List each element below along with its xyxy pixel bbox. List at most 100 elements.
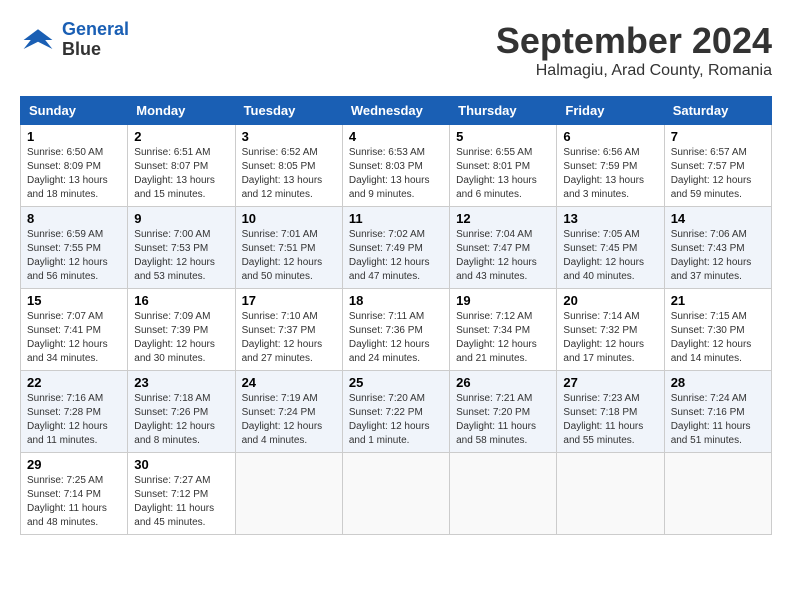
day-number: 10	[242, 211, 336, 226]
day-cell: 2 Sunrise: 6:51 AMSunset: 8:07 PMDaylight…	[128, 125, 235, 207]
week-row-5: 29 Sunrise: 7:25 AMSunset: 7:14 PMDayligh…	[21, 453, 772, 535]
day-info: Sunrise: 7:24 AMSunset: 7:16 PMDaylight:…	[671, 392, 765, 448]
day-cell: 8 Sunrise: 6:59 AMSunset: 7:55 PMDaylight…	[21, 207, 128, 289]
day-info: Sunrise: 7:27 AMSunset: 7:12 PMDaylight:…	[134, 474, 228, 530]
header-tuesday: Tuesday	[235, 97, 342, 125]
day-cell: 25Sunrise: 7:20 AMSunset: 7:22 PMDayligh…	[342, 371, 449, 453]
day-number: 7	[671, 129, 765, 144]
day-cell: 6 Sunrise: 6:56 AMSunset: 7:59 PMDaylight…	[557, 125, 664, 207]
day-number: 22	[27, 375, 121, 390]
day-cell: 14 Sunrise: 7:06 AMSunset: 7:43 PMDayligh…	[664, 207, 771, 289]
day-cell	[664, 453, 771, 535]
day-cell: 13Sunrise: 7:05 AMSunset: 7:45 PMDayligh…	[557, 207, 664, 289]
day-info: Sunrise: 7:21 AMSunset: 7:20 PMDaylight:…	[456, 392, 550, 448]
week-row-3: 15 Sunrise: 7:07 AMSunset: 7:41 PMDayligh…	[21, 289, 772, 371]
day-info: Sunrise: 6:52 AMSunset: 8:05 PMDaylight:…	[242, 146, 336, 202]
day-cell: 17Sunrise: 7:10 AMSunset: 7:37 PMDayligh…	[235, 289, 342, 371]
day-cell: 18 Sunrise: 7:11 AMSunset: 7:36 PMDayligh…	[342, 289, 449, 371]
day-number: 1	[27, 129, 121, 144]
day-info: Sunrise: 7:14 AMSunset: 7:32 PMDaylight:…	[563, 310, 657, 366]
day-cell: 30 Sunrise: 7:27 AMSunset: 7:12 PMDayligh…	[128, 453, 235, 535]
day-info: Sunrise: 6:59 AMSunset: 7:55 PMDaylight:…	[27, 228, 121, 284]
calendar-header-row: SundayMondayTuesdayWednesdayThursdayFrid…	[21, 97, 772, 125]
day-cell: 26 Sunrise: 7:21 AMSunset: 7:20 PMDayligh…	[450, 371, 557, 453]
header-saturday: Saturday	[664, 97, 771, 125]
day-number: 4	[349, 129, 443, 144]
day-info: Sunrise: 7:18 AMSunset: 7:26 PMDaylight:…	[134, 392, 228, 448]
day-info: Sunrise: 7:07 AMSunset: 7:41 PMDaylight:…	[27, 310, 121, 366]
day-number: 14	[671, 211, 765, 226]
logo-icon	[20, 22, 56, 58]
day-cell: 10 Sunrise: 7:01 AMSunset: 7:51 PMDayligh…	[235, 207, 342, 289]
day-cell: 20 Sunrise: 7:14 AMSunset: 7:32 PMDayligh…	[557, 289, 664, 371]
day-info: Sunrise: 7:12 AMSunset: 7:34 PMDaylight:…	[456, 310, 550, 366]
calendar-table: SundayMondayTuesdayWednesdayThursdayFrid…	[20, 96, 772, 535]
day-info: Sunrise: 7:19 AMSunset: 7:24 PMDaylight:…	[242, 392, 336, 448]
day-info: Sunrise: 6:57 AMSunset: 7:57 PMDaylight:…	[671, 146, 765, 202]
day-cell: 5Sunrise: 6:55 AMSunset: 8:01 PMDaylight…	[450, 125, 557, 207]
day-number: 11	[349, 211, 443, 226]
day-number: 16	[134, 293, 228, 308]
day-info: Sunrise: 7:09 AMSunset: 7:39 PMDaylight:…	[134, 310, 228, 366]
header-wednesday: Wednesday	[342, 97, 449, 125]
logo-line2: Blue	[62, 40, 129, 60]
day-number: 24	[242, 375, 336, 390]
day-cell: 16 Sunrise: 7:09 AMSunset: 7:39 PMDayligh…	[128, 289, 235, 371]
day-cell: 24 Sunrise: 7:19 AMSunset: 7:24 PMDayligh…	[235, 371, 342, 453]
day-cell	[235, 453, 342, 535]
day-cell: 15 Sunrise: 7:07 AMSunset: 7:41 PMDayligh…	[21, 289, 128, 371]
day-info: Sunrise: 7:11 AMSunset: 7:36 PMDaylight:…	[349, 310, 443, 366]
week-row-1: 1Sunrise: 6:50 AMSunset: 8:09 PMDaylight…	[21, 125, 772, 207]
day-info: Sunrise: 7:25 AMSunset: 7:14 PMDaylight:…	[27, 474, 121, 530]
day-number: 2	[134, 129, 228, 144]
day-number: 12	[456, 211, 550, 226]
day-cell: 11 Sunrise: 7:02 AMSunset: 7:49 PMDayligh…	[342, 207, 449, 289]
day-cell: 22 Sunrise: 7:16 AMSunset: 7:28 PMDayligh…	[21, 371, 128, 453]
day-number: 5	[456, 129, 550, 144]
day-number: 29	[27, 457, 121, 472]
day-info: Sunrise: 7:00 AMSunset: 7:53 PMDaylight:…	[134, 228, 228, 284]
day-info: Sunrise: 7:06 AMSunset: 7:43 PMDaylight:…	[671, 228, 765, 284]
day-info: Sunrise: 7:05 AMSunset: 7:45 PMDaylight:…	[563, 228, 657, 284]
day-number: 9	[134, 211, 228, 226]
day-cell: 12 Sunrise: 7:04 AMSunset: 7:47 PMDayligh…	[450, 207, 557, 289]
day-number: 21	[671, 293, 765, 308]
day-number: 3	[242, 129, 336, 144]
day-info: Sunrise: 7:01 AMSunset: 7:51 PMDaylight:…	[242, 228, 336, 284]
day-info: Sunrise: 7:04 AMSunset: 7:47 PMDaylight:…	[456, 228, 550, 284]
logo-text: General Blue	[62, 20, 129, 60]
day-cell	[450, 453, 557, 535]
day-number: 26	[456, 375, 550, 390]
day-info: Sunrise: 7:15 AMSunset: 7:30 PMDaylight:…	[671, 310, 765, 366]
day-cell: 27Sunrise: 7:23 AMSunset: 7:18 PMDayligh…	[557, 371, 664, 453]
day-cell: 4 Sunrise: 6:53 AMSunset: 8:03 PMDaylight…	[342, 125, 449, 207]
day-number: 28	[671, 375, 765, 390]
page-header: General Blue September 2024 Halmagiu, Ar…	[20, 20, 772, 80]
header-friday: Friday	[557, 97, 664, 125]
month-title: September 2024	[496, 20, 772, 62]
day-number: 8	[27, 211, 121, 226]
day-number: 18	[349, 293, 443, 308]
day-info: Sunrise: 7:02 AMSunset: 7:49 PMDaylight:…	[349, 228, 443, 284]
day-cell	[342, 453, 449, 535]
day-cell	[557, 453, 664, 535]
day-info: Sunrise: 6:53 AMSunset: 8:03 PMDaylight:…	[349, 146, 443, 202]
header-thursday: Thursday	[450, 97, 557, 125]
day-number: 20	[563, 293, 657, 308]
day-number: 6	[563, 129, 657, 144]
day-info: Sunrise: 7:10 AMSunset: 7:37 PMDaylight:…	[242, 310, 336, 366]
day-cell: 3 Sunrise: 6:52 AMSunset: 8:05 PMDaylight…	[235, 125, 342, 207]
logo-line1: General	[62, 19, 129, 39]
day-cell: 21 Sunrise: 7:15 AMSunset: 7:30 PMDayligh…	[664, 289, 771, 371]
logo: General Blue	[20, 20, 129, 60]
day-info: Sunrise: 7:16 AMSunset: 7:28 PMDaylight:…	[27, 392, 121, 448]
day-number: 19	[456, 293, 550, 308]
day-number: 30	[134, 457, 228, 472]
day-number: 15	[27, 293, 121, 308]
day-info: Sunrise: 6:51 AMSunset: 8:07 PMDaylight:…	[134, 146, 228, 202]
day-cell: 23Sunrise: 7:18 AMSunset: 7:26 PMDayligh…	[128, 371, 235, 453]
day-cell: 29 Sunrise: 7:25 AMSunset: 7:14 PMDayligh…	[21, 453, 128, 535]
day-info: Sunrise: 6:56 AMSunset: 7:59 PMDaylight:…	[563, 146, 657, 202]
week-row-2: 8 Sunrise: 6:59 AMSunset: 7:55 PMDaylight…	[21, 207, 772, 289]
day-info: Sunrise: 7:20 AMSunset: 7:22 PMDaylight:…	[349, 392, 443, 448]
